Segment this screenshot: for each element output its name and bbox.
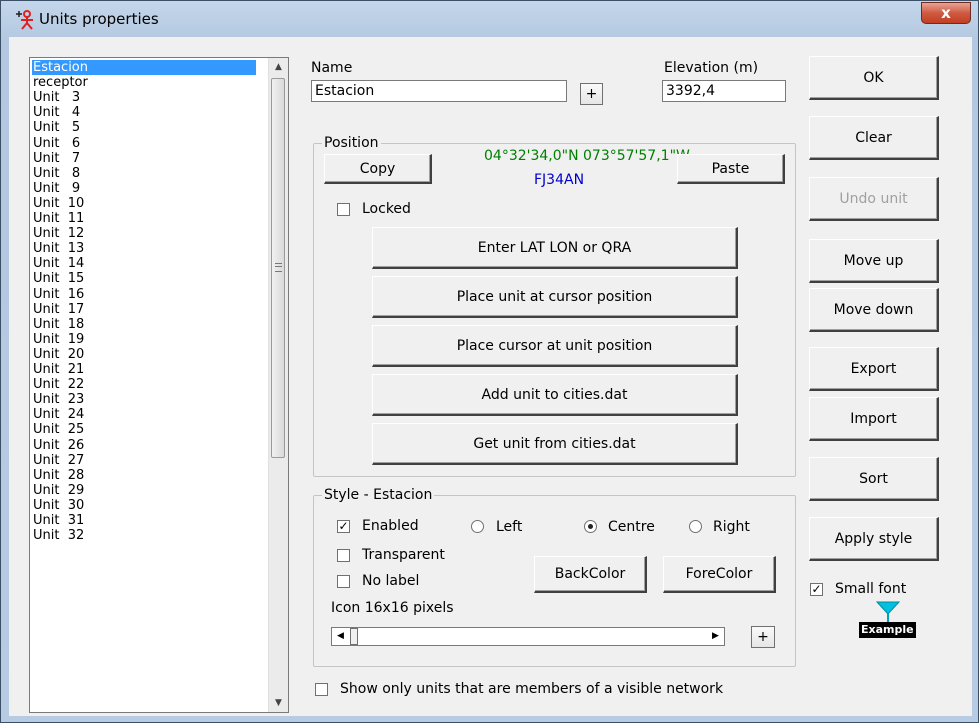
unit-list-item[interactable]: Unit 17	[33, 302, 84, 317]
unit-list-item[interactable]: Unit 3	[33, 90, 80, 105]
unit-list-item[interactable]: Unit 23	[33, 392, 84, 407]
centre-radio[interactable]	[584, 520, 597, 533]
unit-style-preview-icon	[875, 601, 901, 624]
get-unit-from-cities-button[interactable]: Get unit from cities.dat	[372, 423, 738, 465]
unit-list-item[interactable]: Unit 14	[33, 256, 84, 271]
elevation-input[interactable]: 3392,4	[662, 80, 786, 102]
place-unit-at-cursor-button[interactable]: Place unit at cursor position	[372, 276, 738, 318]
unit-list-item[interactable]: Unit 28	[33, 468, 84, 483]
grip-icon	[275, 263, 282, 272]
icon-scrollbar[interactable]: ◀ ▶	[331, 627, 725, 646]
unit-list-item[interactable]: Unit 25	[33, 422, 84, 437]
apply-style-button[interactable]: Apply style	[809, 517, 939, 561]
unit-list-item[interactable]: Unit 12	[33, 226, 84, 241]
unit-list-item[interactable]: Unit 16	[33, 287, 84, 302]
unit-list-item[interactable]: Unit 27	[33, 453, 84, 468]
unit-list-item[interactable]: Unit 31	[33, 513, 84, 528]
unit-list-item[interactable]: Estacion	[32, 60, 256, 75]
scroll-right-arrow-icon[interactable]: ▶	[707, 628, 724, 645]
locator-text: FJ34AN	[534, 172, 585, 188]
backcolor-button[interactable]: BackColor	[534, 556, 647, 593]
unit-list-item[interactable]: Unit 29	[33, 483, 84, 498]
unit-list-item[interactable]: Unit 5	[33, 120, 80, 135]
scroll-up-arrow-icon[interactable]: ▲	[269, 58, 288, 76]
name-input[interactable]: Estacion	[311, 80, 567, 102]
unit-list-item[interactable]: Unit 7	[33, 151, 80, 166]
move-up-button[interactable]: Move up	[809, 239, 939, 283]
unit-list-item[interactable]: Unit 21	[33, 362, 84, 377]
place-cursor-at-unit-button[interactable]: Place cursor at unit position	[372, 325, 738, 367]
enter-lat-lon-button[interactable]: Enter LAT LON or QRA	[372, 227, 738, 269]
small-font-label: Small font	[835, 581, 907, 597]
unit-list-item[interactable]: Unit 32	[33, 528, 84, 543]
locked-checkbox[interactable]	[337, 203, 350, 216]
unit-list-item[interactable]: Unit 11	[33, 211, 84, 226]
clear-button[interactable]: Clear	[809, 116, 939, 160]
name-label: Name	[311, 60, 353, 76]
sort-button[interactable]: Sort	[809, 457, 939, 501]
show-only-label: Show only units that are members of a vi…	[340, 681, 724, 697]
no-label-checkbox[interactable]	[337, 575, 350, 588]
elevation-label: Elevation (m)	[664, 60, 759, 76]
scroll-left-arrow-icon[interactable]: ◀	[332, 628, 349, 645]
icon-size-label: Icon 16x16 pixels	[331, 600, 454, 616]
left-radio[interactable]	[471, 520, 484, 533]
name-plus-button[interactable]: +	[580, 83, 603, 105]
right-label: Right	[713, 519, 750, 535]
ok-button[interactable]: OK	[809, 56, 939, 100]
unit-list-item[interactable]: Unit 10	[33, 196, 84, 211]
left-label: Left	[496, 519, 523, 535]
import-button[interactable]: Import	[809, 397, 939, 441]
unit-list-item[interactable]: Unit 6	[33, 136, 80, 151]
position-legend: Position	[322, 135, 381, 151]
unit-list-item[interactable]: Unit 19	[33, 332, 84, 347]
unit-list-item[interactable]: Unit 8	[33, 166, 80, 181]
units-properties-window: Units properties x Unit 32 Unit 31 Unit 30…	[0, 0, 979, 723]
scroll-down-arrow-icon[interactable]: ▼	[269, 694, 288, 712]
dialog-client-area: Unit 32 Unit 31 Unit 30 Unit 29 Unit 28 Unit …	[9, 37, 972, 716]
show-only-checkbox[interactable]	[315, 683, 328, 696]
units-list[interactable]: Unit 32 Unit 31 Unit 30 Unit 29 Unit 28 Unit …	[29, 57, 289, 713]
title-bar[interactable]: Units properties x	[1, 1, 978, 37]
unit-list-item[interactable]: Unit 15	[33, 271, 84, 286]
unit-list-item[interactable]: Unit 20	[33, 347, 84, 362]
unit-list-item[interactable]: Unit 26	[33, 438, 84, 453]
undo-unit-button[interactable]: Undo unit	[809, 177, 939, 221]
locked-label: Locked	[362, 201, 411, 217]
close-button[interactable]: x	[921, 2, 971, 24]
enabled-label: Enabled	[362, 518, 419, 534]
transparent-label: Transparent	[362, 547, 445, 563]
small-font-checkbox[interactable]: ✓	[810, 583, 823, 596]
transparent-checkbox[interactable]	[337, 549, 350, 562]
example-preview-label: Example	[859, 622, 916, 638]
unit-list-item[interactable]: Unit 13	[33, 241, 84, 256]
unit-list-item[interactable]: Unit 9	[33, 181, 80, 196]
export-button[interactable]: Export	[809, 347, 939, 391]
scroll-thumb[interactable]	[271, 78, 285, 458]
right-radio[interactable]	[689, 520, 702, 533]
unit-list-item[interactable]: Unit 18	[33, 317, 84, 332]
centre-label: Centre	[608, 519, 655, 535]
enabled-checkbox[interactable]: ✓	[337, 520, 350, 533]
close-icon: x	[941, 4, 951, 22]
paste-button[interactable]: Paste	[677, 154, 785, 184]
unit-list-item[interactable]: Unit 22	[33, 377, 84, 392]
coordinates-text: 04°32'34,0"N 073°57'57,1"W	[484, 148, 690, 164]
units-list-scrollbar[interactable]: ▲ ▼	[268, 58, 288, 712]
unit-list-item[interactable]: Unit 4	[33, 105, 80, 120]
copy-button[interactable]: Copy	[324, 154, 432, 184]
no-label-label: No label	[362, 573, 420, 589]
unit-list-item[interactable]: Unit 24	[33, 407, 84, 422]
style-legend: Style - Estacion	[322, 487, 435, 503]
add-unit-to-cities-button[interactable]: Add unit to cities.dat	[372, 374, 738, 416]
unit-list-item[interactable]: receptor	[33, 75, 88, 90]
move-down-button[interactable]: Move down	[809, 288, 939, 332]
forecolor-button[interactable]: ForeColor	[663, 556, 776, 593]
icon-plus-button[interactable]: +	[751, 626, 775, 648]
window-title: Units properties	[39, 10, 159, 28]
icon-scroll-thumb[interactable]	[350, 628, 358, 645]
unit-marker-icon	[16, 10, 33, 30]
unit-list-item[interactable]: Unit 30	[33, 498, 84, 513]
